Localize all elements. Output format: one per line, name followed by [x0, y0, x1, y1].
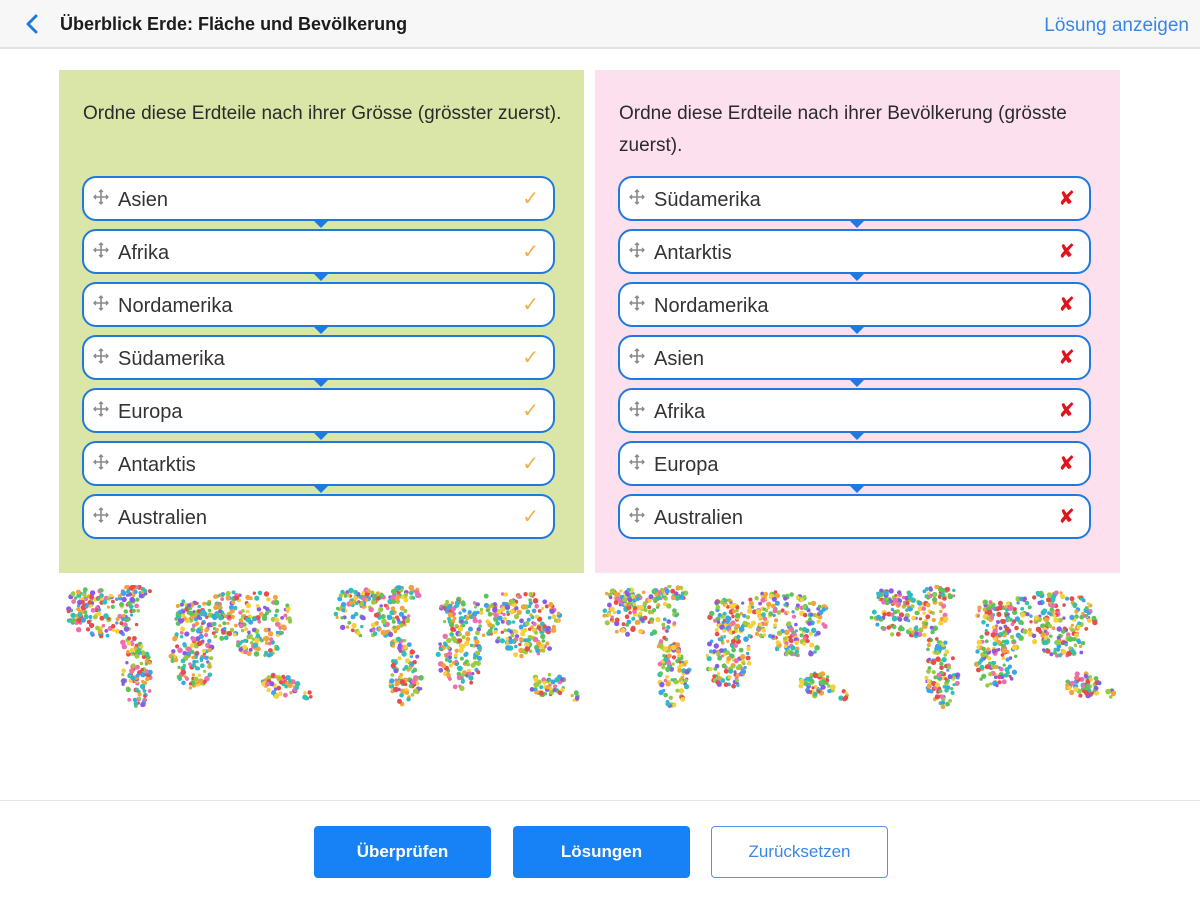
- cross-icon: ✘: [1058, 453, 1075, 475]
- item-label: Antarktis: [118, 454, 196, 476]
- sortable-item[interactable]: Australien ✘: [618, 494, 1091, 539]
- move-handle-icon[interactable]: [629, 189, 645, 205]
- item-label: Australien: [118, 507, 207, 529]
- sortable-item[interactable]: Nordamerika ✓: [82, 282, 555, 334]
- check-icon: ✓: [522, 453, 539, 475]
- item-label: Asien: [654, 348, 705, 370]
- connector-arrow: [849, 485, 865, 493]
- page-title: Überblick Erde: Fläche und Bevölkerung: [60, 14, 408, 34]
- world-map-strip: [60, 585, 1120, 725]
- item-label: Antarktis: [654, 242, 732, 264]
- connector-arrow: [313, 485, 329, 493]
- population-prompt: Ordne diese Erdteile nach ihrer Bevölker…: [619, 103, 1067, 156]
- cross-icon: ✘: [1058, 506, 1075, 528]
- sortable-item[interactable]: Afrika ✓: [82, 229, 555, 281]
- check-icon: ✓: [522, 294, 539, 316]
- world-map-image: [333, 585, 580, 707]
- sortable-item[interactable]: Afrika ✘: [618, 388, 1091, 440]
- sortable-item[interactable]: Antarktis ✘: [618, 229, 1091, 281]
- cross-icon: ✘: [1058, 294, 1075, 316]
- connector-arrow: [313, 326, 329, 334]
- top-bar: Überblick Erde: Fläche und Bevölkerung L…: [0, 0, 1200, 49]
- check-icon: ✓: [522, 241, 539, 263]
- check-icon: ✓: [522, 188, 539, 210]
- move-handle-icon[interactable]: [629, 401, 645, 417]
- size-prompt: Ordne diese Erdteile nach ihrer Grösse (…: [83, 103, 562, 124]
- item-label: Südamerika: [654, 189, 761, 211]
- size-sort-list: Asien ✓ Afrika ✓ Nordamerika ✓ Südamerika ✓ Euro…: [82, 176, 555, 547]
- check-icon: ✓: [522, 347, 539, 369]
- show-solution-link[interactable]: Lösung anzeigen: [1044, 15, 1189, 37]
- item-label: Europa: [654, 454, 719, 476]
- sortable-item[interactable]: Antarktis ✓: [82, 441, 555, 493]
- chevron-left-icon: [26, 14, 38, 34]
- cross-icon: ✘: [1058, 188, 1075, 210]
- move-handle-icon[interactable]: [93, 348, 109, 364]
- cross-icon: ✘: [1058, 347, 1075, 369]
- item-label: Australien: [654, 507, 743, 529]
- world-map-image: [869, 585, 1116, 710]
- check-icon: ✓: [522, 400, 539, 422]
- item-label: Asien: [118, 189, 169, 211]
- sortable-item[interactable]: Australien ✓: [82, 494, 555, 539]
- connector-arrow: [313, 432, 329, 440]
- move-handle-icon[interactable]: [93, 401, 109, 417]
- move-handle-icon[interactable]: [93, 295, 109, 311]
- population-order-panel: Ordne diese Erdteile nach ihrer Bevölker…: [595, 70, 1120, 573]
- move-handle-icon[interactable]: [93, 454, 109, 470]
- size-order-panel: Ordne diese Erdteile nach ihrer Grösse (…: [59, 70, 584, 573]
- item-label: Europa: [118, 401, 183, 423]
- check-button[interactable]: Überprüfen: [314, 826, 491, 878]
- world-map-image: [66, 585, 313, 708]
- back-button[interactable]: [20, 11, 46, 37]
- sortable-item[interactable]: Südamerika ✓: [82, 335, 555, 387]
- item-label: Nordamerika: [118, 295, 233, 317]
- connector-arrow: [849, 326, 865, 334]
- move-handle-icon[interactable]: [629, 507, 645, 523]
- solutions-button[interactable]: Lösungen: [513, 826, 690, 878]
- check-icon: ✓: [522, 506, 539, 528]
- move-handle-icon[interactable]: [629, 295, 645, 311]
- cross-icon: ✘: [1058, 241, 1075, 263]
- world-map-image: [602, 585, 849, 708]
- reset-button[interactable]: Zurücksetzen: [711, 826, 888, 878]
- sortable-item[interactable]: Asien ✘: [618, 335, 1091, 387]
- move-handle-icon[interactable]: [629, 348, 645, 364]
- move-handle-icon[interactable]: [629, 454, 645, 470]
- move-handle-icon[interactable]: [629, 242, 645, 258]
- item-label: Afrika: [654, 401, 706, 423]
- connector-arrow: [849, 379, 865, 387]
- connector-arrow: [313, 273, 329, 281]
- population-sort-list: Südamerika ✘ Antarktis ✘ Nordamerika ✘ Asien ✘ A…: [618, 176, 1091, 547]
- move-handle-icon[interactable]: [93, 189, 109, 205]
- sortable-item[interactable]: Europa ✓: [82, 388, 555, 440]
- sortable-item[interactable]: Nordamerika ✘: [618, 282, 1091, 334]
- move-handle-icon[interactable]: [93, 507, 109, 523]
- connector-arrow: [849, 220, 865, 228]
- item-label: Südamerika: [118, 348, 225, 370]
- item-label: Nordamerika: [654, 295, 769, 317]
- sortable-item[interactable]: Asien ✓: [82, 176, 555, 228]
- move-handle-icon[interactable]: [93, 242, 109, 258]
- connector-arrow: [313, 220, 329, 228]
- cross-icon: ✘: [1058, 400, 1075, 422]
- connector-arrow: [313, 379, 329, 387]
- connector-arrow: [849, 273, 865, 281]
- sortable-item[interactable]: Europa ✘: [618, 441, 1091, 493]
- sortable-item[interactable]: Südamerika ✘: [618, 176, 1091, 228]
- connector-arrow: [849, 432, 865, 440]
- item-label: Afrika: [118, 242, 170, 264]
- footer-bar: Überprüfen Lösungen Zurücksetzen: [0, 800, 1200, 900]
